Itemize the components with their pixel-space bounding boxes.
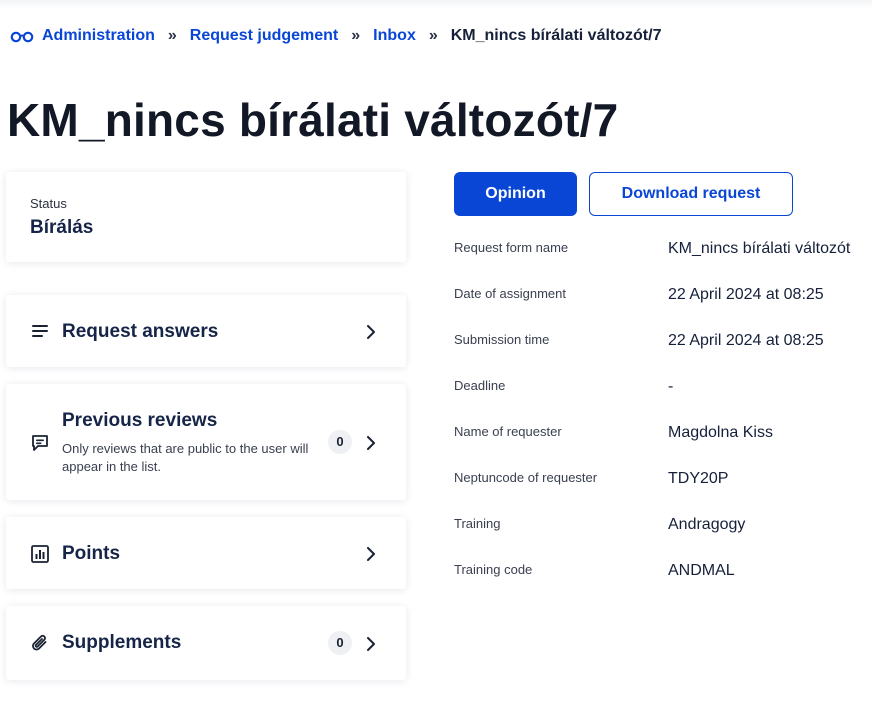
detail-label: Training xyxy=(454,516,501,531)
status-card: Status Bírálás xyxy=(6,172,406,262)
detail-value: 22 April 2024 at 08:25 xyxy=(668,286,824,303)
download-request-button[interactable]: Download request xyxy=(589,172,793,216)
detail-row: Date of assignment 22 April 2024 at 08:2… xyxy=(454,284,872,314)
chevron-right-icon xyxy=(367,436,375,450)
detail-label: Training code xyxy=(454,562,533,577)
detail-label: Request form name xyxy=(454,240,569,255)
comment-icon xyxy=(32,435,48,451)
detail-row: Request form name KM_nincs bírálati vált… xyxy=(454,238,872,268)
detail-label: Date of assignment xyxy=(454,286,567,301)
chevron-right-icon xyxy=(367,637,375,651)
supplements-card[interactable]: Supplements 0 xyxy=(6,606,406,680)
supplements-count-badge: 0 xyxy=(328,631,352,655)
detail-value: - xyxy=(668,378,674,395)
previous-reviews-title: Previous reviews xyxy=(62,410,218,431)
detail-value: KM_nincs bírálati változót xyxy=(668,240,851,257)
breadcrumb-administration[interactable]: Administration xyxy=(42,27,155,45)
previous-reviews-description: Only reviews that are public to the user… xyxy=(62,441,309,474)
paperclip-icon xyxy=(32,634,47,651)
detail-value: ANDMAL xyxy=(668,562,735,579)
status-label: Status xyxy=(30,196,67,211)
breadcrumb: Administration » Request judgement » Inb… xyxy=(10,26,661,46)
detail-label: Name of requester xyxy=(454,424,562,439)
detail-label: Submission time xyxy=(454,332,550,347)
breadcrumb-current: KM_nincs bírálati változót/7 xyxy=(450,27,662,44)
status-value: Bírálás xyxy=(30,217,94,238)
bar-chart-icon xyxy=(31,545,49,563)
detail-row: Name of requester Magdolna Kiss xyxy=(454,422,872,452)
breadcrumb-separator: » xyxy=(167,27,177,44)
chevron-right-icon xyxy=(367,547,375,561)
detail-row: Neptuncode of requester TDY20P xyxy=(454,468,872,498)
detail-value: Magdolna Kiss xyxy=(668,424,773,441)
request-answers-title: Request answers xyxy=(62,321,219,342)
detail-row: Training code ANDMAL xyxy=(454,560,872,590)
list-icon xyxy=(32,325,48,337)
detail-value: 22 April 2024 at 08:25 xyxy=(668,332,824,349)
topbar-shadow xyxy=(0,0,872,8)
detail-row: Training Andragogy xyxy=(454,514,872,544)
points-title: Points xyxy=(62,543,121,564)
previous-reviews-count-badge: 0 xyxy=(328,430,352,454)
chevron-right-icon xyxy=(367,325,375,339)
breadcrumb-separator: » xyxy=(351,27,361,44)
previous-reviews-card[interactable]: Previous reviews Only reviews that are p… xyxy=(6,384,406,500)
breadcrumb-request-judgement[interactable]: Request judgement xyxy=(190,27,338,45)
glasses-icon xyxy=(10,31,34,43)
supplements-title: Supplements xyxy=(62,632,182,653)
detail-value: Andragogy xyxy=(668,516,746,533)
detail-label: Neptuncode of requester xyxy=(454,470,598,485)
page-title: KM_nincs bírálati változót/7 xyxy=(7,94,619,146)
breadcrumb-separator: » xyxy=(428,27,438,44)
request-answers-card[interactable]: Request answers xyxy=(6,295,406,367)
points-card[interactable]: Points xyxy=(6,517,406,589)
detail-value: TDY20P xyxy=(668,470,729,487)
breadcrumb-inbox[interactable]: Inbox xyxy=(373,27,416,45)
opinion-button[interactable]: Opinion xyxy=(454,172,577,216)
detail-label: Deadline xyxy=(454,378,506,393)
detail-row: Deadline - xyxy=(454,376,872,406)
detail-row: Submission time 22 April 2024 at 08:25 xyxy=(454,330,872,360)
